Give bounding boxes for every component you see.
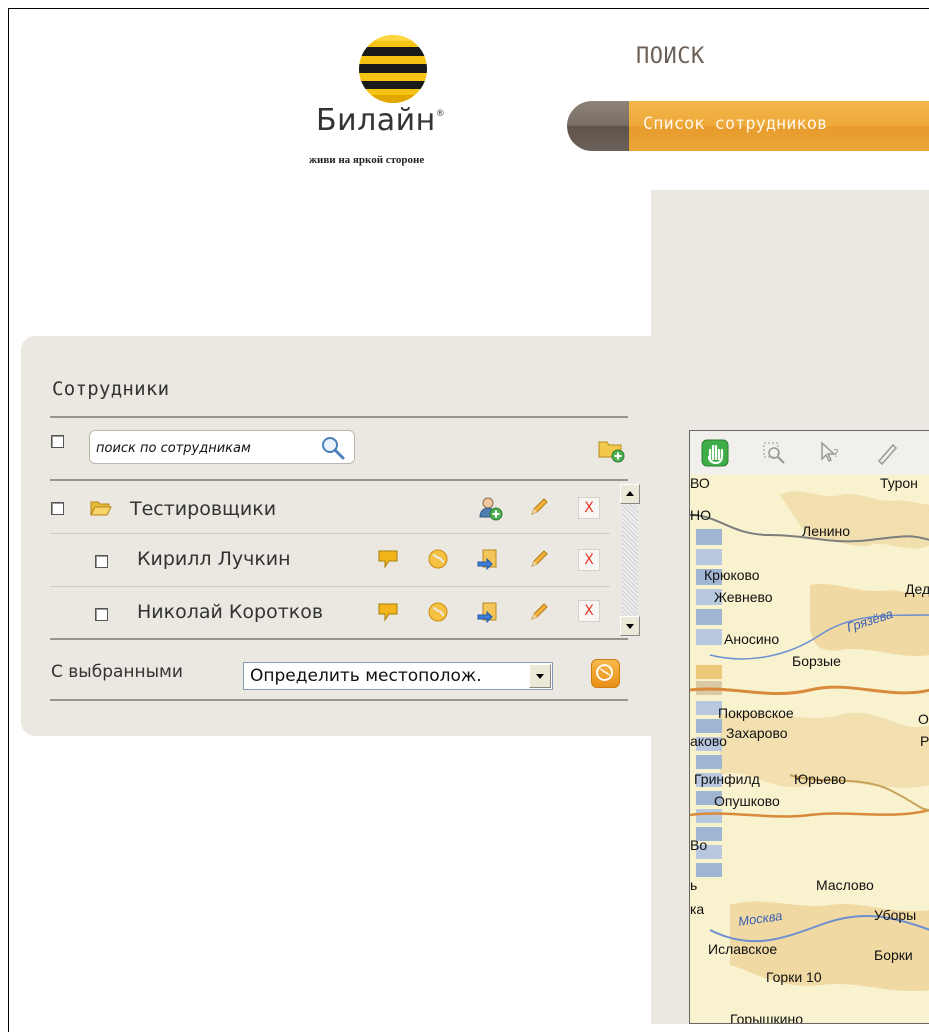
group-checkbox[interactable] bbox=[51, 502, 64, 515]
divider bbox=[50, 479, 628, 481]
map-label: Юрьево bbox=[794, 771, 847, 787]
tab-bar-cap bbox=[567, 101, 637, 151]
map-label: Опушково bbox=[714, 793, 780, 809]
apply-action-button[interactable] bbox=[591, 659, 620, 688]
brand-tagline: живи на яркой стороне bbox=[309, 154, 425, 166]
scrollbar-track[interactable] bbox=[622, 504, 638, 616]
scroll-down-button[interactable] bbox=[620, 616, 640, 636]
group-name[interactable]: Тестировщики bbox=[130, 498, 276, 520]
registered-mark: ® bbox=[435, 109, 446, 119]
employee-name[interactable]: Николай Коротков bbox=[137, 601, 323, 623]
edit-pencil-icon[interactable] bbox=[528, 496, 550, 518]
map-label: ь bbox=[690, 877, 698, 893]
map-label: ВО bbox=[690, 475, 710, 491]
map-label: Крюково bbox=[704, 567, 760, 583]
brand-name: Билайн® bbox=[316, 103, 486, 138]
map-canvas[interactable]: ВО Турон НО Ленино Крюково Дед Жевнево Г… bbox=[690, 475, 929, 1024]
ruler-icon[interactable] bbox=[873, 439, 901, 467]
chevron-down-icon[interactable] bbox=[529, 664, 551, 688]
map-label: Борки bbox=[874, 947, 913, 963]
bulk-action-value: Определить местополож. bbox=[250, 666, 482, 686]
map-label: Иславское bbox=[708, 941, 778, 957]
globe-apply-icon bbox=[596, 664, 613, 681]
pan-hand-icon[interactable] bbox=[701, 439, 729, 467]
history-export-icon[interactable] bbox=[477, 548, 499, 570]
identify-icon[interactable]: ? bbox=[816, 439, 844, 467]
map-label: Жевнево bbox=[714, 589, 773, 605]
map-label: Турон bbox=[880, 475, 918, 491]
map-toolbar: ? bbox=[690, 431, 929, 476]
map-label: ка bbox=[690, 901, 705, 917]
edit-pencil-icon[interactable] bbox=[528, 601, 550, 623]
message-icon[interactable] bbox=[377, 601, 399, 623]
add-user-icon[interactable] bbox=[477, 495, 503, 521]
select-all-checkbox[interactable] bbox=[51, 435, 64, 448]
map-label: О bbox=[918, 711, 929, 727]
map-label: Захарово bbox=[726, 725, 788, 741]
list-scrollbar[interactable] bbox=[620, 484, 640, 636]
bulk-action-label: С выбранными bbox=[51, 662, 183, 682]
globe-locate-icon[interactable] bbox=[427, 601, 449, 623]
tab-label: Список сотрудников bbox=[643, 114, 828, 134]
map-label: Гринфилд bbox=[694, 771, 760, 787]
open-folder-icon bbox=[90, 501, 112, 516]
row-divider bbox=[50, 533, 610, 534]
map-label: Дед bbox=[905, 581, 929, 597]
map-widget[interactable]: ? ВО Турон НО Ленино Крюково Дед Жевнево… bbox=[689, 430, 929, 1024]
panel-title: Сотрудники bbox=[52, 378, 170, 400]
globe-locate-icon[interactable] bbox=[427, 548, 449, 570]
divider bbox=[50, 699, 628, 701]
svg-text:?: ? bbox=[833, 447, 839, 460]
map-label: Горки 10 bbox=[766, 969, 822, 985]
employee-checkbox[interactable] bbox=[95, 608, 108, 621]
page-title: ПОИСК bbox=[636, 44, 705, 69]
brand-name-text: Билайн bbox=[316, 103, 436, 138]
divider bbox=[50, 638, 628, 640]
map-label: НО bbox=[690, 507, 711, 523]
add-group-folder-icon[interactable] bbox=[597, 435, 625, 463]
divider bbox=[50, 416, 628, 418]
employee-checkbox[interactable] bbox=[95, 555, 108, 568]
map-label: Р bbox=[920, 733, 929, 749]
search-icon[interactable] bbox=[320, 435, 346, 461]
map-label: Уборы bbox=[874, 907, 917, 923]
delete-icon[interactable]: X bbox=[578, 600, 600, 622]
employee-search-box bbox=[89, 430, 355, 464]
delete-icon[interactable]: X bbox=[578, 549, 600, 571]
map-label: Аносино bbox=[724, 631, 780, 647]
map-label: Борзые bbox=[792, 653, 841, 669]
bulk-action-select[interactable]: Определить местополож. bbox=[243, 662, 553, 690]
zoom-area-icon[interactable] bbox=[760, 439, 788, 467]
employee-name[interactable]: Кирилл Лучкин bbox=[137, 548, 291, 570]
scroll-up-button[interactable] bbox=[620, 484, 640, 504]
row-divider bbox=[50, 586, 610, 587]
map-label: Ленино bbox=[802, 523, 851, 539]
map-label: Маслово bbox=[816, 877, 874, 893]
tab-bar: Список сотрудников bbox=[567, 101, 929, 151]
beeline-logo-icon bbox=[359, 35, 427, 103]
delete-icon[interactable]: X bbox=[578, 497, 600, 519]
map-label: Горышкино bbox=[730, 1011, 803, 1024]
tab-employee-list[interactable]: Список сотрудников bbox=[629, 101, 929, 151]
employee-name-clip: Николай Коротков bbox=[137, 600, 343, 626]
employee-search-input[interactable] bbox=[96, 439, 314, 457]
map-label: Покровское bbox=[718, 705, 794, 721]
map-label: аково bbox=[690, 733, 727, 749]
history-export-icon[interactable] bbox=[477, 601, 499, 623]
message-icon[interactable] bbox=[377, 548, 399, 570]
edit-pencil-icon[interactable] bbox=[528, 548, 550, 570]
map-label: Во bbox=[690, 837, 708, 853]
